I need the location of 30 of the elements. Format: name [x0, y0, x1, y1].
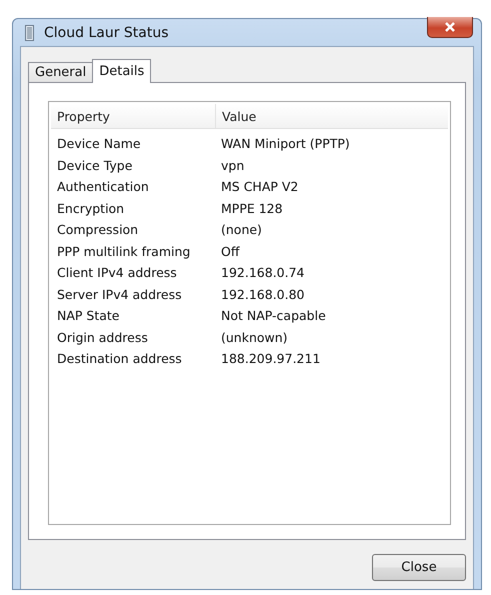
table-cell-text: 188.209.97.211	[220, 351, 322, 366]
table-cell-text: Device Name	[56, 136, 142, 152]
close-button[interactable]: Close	[372, 554, 466, 581]
table-cell-text: NAP State	[56, 308, 120, 324]
table-cell-text: vpn	[220, 158, 246, 173]
column-header[interactable]: Value	[215, 104, 448, 128]
table-cell-text: Encryption	[56, 200, 126, 216]
table-cell-text: Client IPv4 address	[56, 265, 178, 280]
table-cell-text: Off	[220, 244, 241, 259]
table-cell-text: Authentication	[56, 179, 150, 194]
table-cell-text: 192.168.0.80	[220, 286, 306, 302]
window-title: Cloud Laur Status	[44, 24, 169, 40]
table-cell-text: MS CHAP V2	[220, 179, 300, 194]
table-cell-text: 192.168.0.74	[220, 265, 306, 280]
column-header[interactable]: Property	[51, 104, 215, 128]
table-cell-text: PPP multilink framing	[56, 244, 192, 259]
close-icon[interactable]	[427, 17, 473, 38]
table-cell-text: WAN Miniport (PPTP)	[220, 136, 351, 152]
table-cell-text: Destination address	[56, 351, 183, 366]
document-icon	[25, 24, 34, 40]
table-cell-text: Server IPv4 address	[56, 286, 183, 302]
tab[interactable]: Details	[92, 59, 152, 83]
tab[interactable]: General	[28, 62, 94, 82]
table-cell-text: Origin address	[56, 330, 149, 345]
table-cell-text: Compression	[56, 222, 140, 238]
table-cell-text: MPPE 128	[220, 200, 284, 216]
table-cell-text: Device Type	[56, 158, 134, 173]
table-cell-text: (unknown)	[220, 330, 289, 345]
table-cell-text: (none)	[220, 222, 263, 238]
table-cell-text: Not NAP-capable	[220, 308, 327, 324]
